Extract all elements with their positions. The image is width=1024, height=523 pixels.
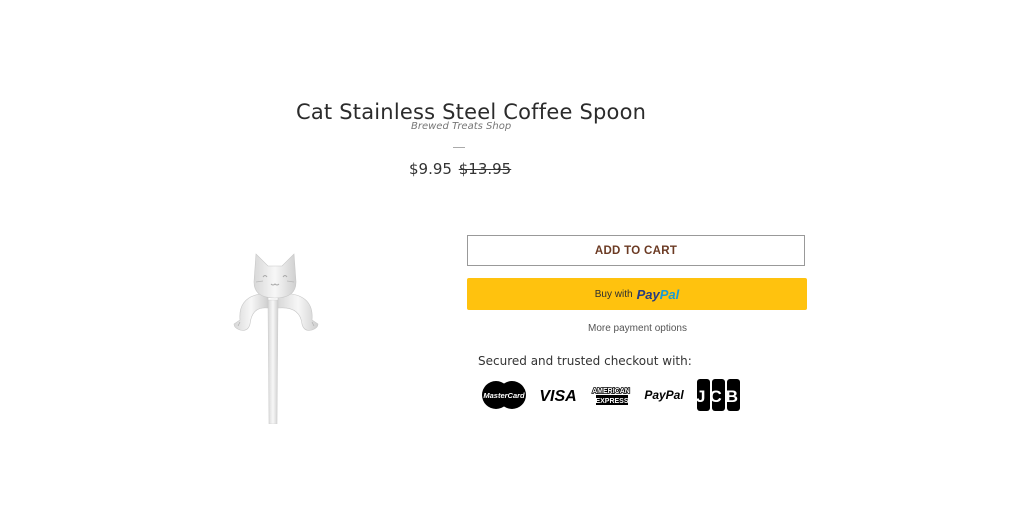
paypal-checkout-button[interactable]: Buy with PayPal [467,278,807,310]
secured-checkout-label: Secured and trusted checkout with: [478,354,692,368]
price-row: $9.95 $13.95 [409,160,511,178]
paypal-logo: PayPal [637,287,680,302]
paypal-logo-pal: Pal [659,286,680,302]
sale-price: $9.95 [409,160,452,178]
visa-icon: VISA [539,388,576,404]
mastercard-icon: MasterCard [482,381,526,409]
more-payment-options-link[interactable]: More payment options [588,323,687,334]
paypal-logo-pay: Pay [636,286,660,302]
visa-text: VISA [539,388,576,404]
amex-line1: AMERICAN [592,388,630,395]
paypal-button-prefix: Buy with [594,288,633,300]
mastercard-text: MasterCard [483,391,525,400]
amex-icon: AMERICAN EXPRESS [591,387,631,405]
jcb-icon: JCB [696,379,742,411]
add-to-cart-button[interactable]: ADD TO CART [467,235,805,266]
paypal-badge-text: PayPal [644,388,684,402]
jcb-text: JCB [696,387,742,406]
paypal-icon: PayPal [644,388,684,402]
amex-line2: EXPRESS [595,398,628,405]
compare-price: $13.95 [458,160,512,178]
product-image[interactable] [230,248,322,424]
title-divider [453,147,465,148]
product-vendor[interactable]: Brewed Treats Shop [411,121,511,132]
